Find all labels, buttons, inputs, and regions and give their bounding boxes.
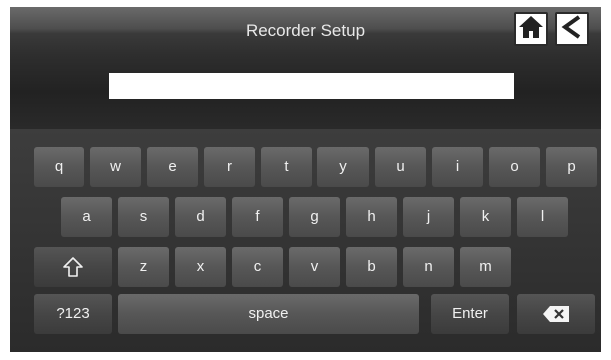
shift-key[interactable] bbox=[34, 247, 112, 287]
enter-key[interactable]: Enter bbox=[431, 294, 509, 334]
key-b[interactable]: b bbox=[346, 247, 397, 287]
key-l[interactable]: l bbox=[517, 197, 568, 237]
key-f[interactable]: f bbox=[232, 197, 283, 237]
key-i[interactable]: i bbox=[432, 147, 483, 187]
back-arrow-icon bbox=[559, 14, 585, 45]
key-v[interactable]: v bbox=[289, 247, 340, 287]
key-u[interactable]: u bbox=[375, 147, 426, 187]
key-h[interactable]: h bbox=[346, 197, 397, 237]
recorder-setup-screen: Recorder Setup q w e r t y u i o p a s d… bbox=[10, 7, 601, 352]
key-a[interactable]: a bbox=[61, 197, 112, 237]
key-p[interactable]: p bbox=[546, 147, 597, 187]
back-button[interactable] bbox=[555, 12, 589, 46]
page-title: Recorder Setup bbox=[245, 21, 366, 40]
space-key[interactable]: space bbox=[118, 294, 419, 334]
backspace-key[interactable] bbox=[517, 294, 595, 334]
key-d[interactable]: d bbox=[175, 197, 226, 237]
key-x[interactable]: x bbox=[175, 247, 226, 287]
key-e[interactable]: e bbox=[147, 147, 198, 187]
title-bar: Recorder Setup bbox=[10, 7, 601, 55]
numbers-mode-key[interactable]: ?123 bbox=[34, 294, 112, 334]
shift-arrow-icon bbox=[62, 256, 84, 278]
key-g[interactable]: g bbox=[289, 197, 340, 237]
key-o[interactable]: o bbox=[489, 147, 540, 187]
key-y[interactable]: y bbox=[317, 147, 369, 187]
key-t[interactable]: t bbox=[261, 147, 312, 187]
key-j[interactable]: j bbox=[403, 197, 454, 237]
text-input-field[interactable] bbox=[109, 73, 514, 99]
home-icon bbox=[518, 14, 544, 45]
key-s[interactable]: s bbox=[118, 197, 169, 237]
key-k[interactable]: k bbox=[460, 197, 511, 237]
home-button[interactable] bbox=[514, 12, 548, 46]
backspace-icon bbox=[542, 305, 570, 323]
key-q[interactable]: q bbox=[34, 147, 84, 187]
key-m[interactable]: m bbox=[460, 247, 511, 287]
key-n[interactable]: n bbox=[403, 247, 454, 287]
key-z[interactable]: z bbox=[118, 247, 169, 287]
key-c[interactable]: c bbox=[232, 247, 283, 287]
key-w[interactable]: w bbox=[90, 147, 141, 187]
key-r[interactable]: r bbox=[204, 147, 255, 187]
